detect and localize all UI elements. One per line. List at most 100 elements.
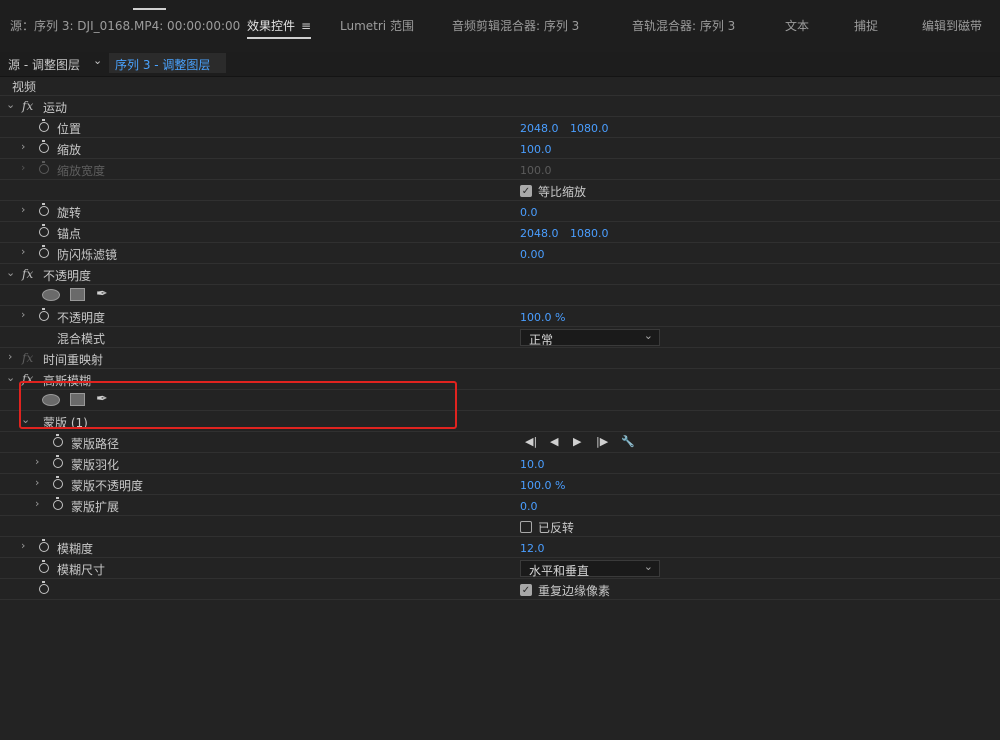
property-opacity: › 不透明度 100.0 % (0, 307, 1000, 327)
property-rotation: › 旋转 0.0 (0, 202, 1000, 222)
tab-source-monitor[interactable]: 源：序列 3: DJI_0168.MP4: 00:00:00:00 (10, 17, 240, 34)
mask-expansion-value[interactable]: 0.0 (520, 500, 538, 513)
track-forward-icon[interactable]: |▶ (596, 435, 608, 448)
anti-flicker-value[interactable]: 0.00 (520, 248, 545, 261)
scale-value[interactable]: 100.0 (520, 143, 552, 156)
fx-toggle-icon[interactable]: fx (22, 99, 33, 113)
mask-path-label: 蒙版路径 (71, 437, 120, 451)
tab-edit-to-tape[interactable]: 编辑到磁带 (922, 17, 982, 34)
stopwatch-icon[interactable] (39, 581, 49, 594)
inverted-checkbox[interactable] (520, 521, 532, 533)
effect-time-remap-label: 时间重映射 (43, 353, 104, 367)
sequence-clip-label[interactable]: 序列 3 - 调整图层 (109, 53, 226, 73)
position-x-value[interactable]: 2048.0 (520, 122, 559, 135)
blurriness-label: 模糊度 (57, 542, 94, 556)
stopwatch-icon[interactable] (39, 203, 49, 216)
stopwatch-icon[interactable] (39, 245, 49, 258)
tab-lumetri-scopes[interactable]: Lumetri 范围 (340, 17, 414, 34)
mask-expansion-label: 蒙版扩展 (71, 500, 120, 514)
chevron-down-icon[interactable]: ⌄ (6, 98, 15, 111)
uniform-scale-label: 等比缩放 (538, 185, 587, 199)
chevron-right-icon[interactable]: › (21, 308, 25, 321)
wrench-icon[interactable]: 🔧 (621, 435, 635, 448)
opacity-value[interactable]: 100.0 % (520, 311, 565, 324)
stopwatch-icon[interactable] (39, 119, 49, 132)
stopwatch-icon[interactable] (39, 560, 49, 573)
effect-motion-label: 运动 (43, 101, 68, 115)
hamburger-icon[interactable]: ≡ (301, 19, 311, 33)
chevron-down-icon[interactable]: ⌄ (6, 371, 15, 384)
effect-motion[interactable]: ⌄ fx 运动 (0, 97, 1000, 117)
blur-dimensions-value: 水平和垂直 (529, 564, 590, 578)
rotation-label: 旋转 (57, 206, 82, 220)
blend-mode-label: 混合模式 (57, 332, 106, 346)
property-anti-flicker: › 防闪烁滤镜 0.00 (0, 244, 1000, 264)
tab-text[interactable]: 文本 (785, 17, 809, 34)
chevron-right-icon[interactable]: › (35, 476, 39, 489)
tab-effect-controls[interactable]: 效果控件 ≡ (247, 17, 312, 39)
anchor-x-value[interactable]: 2048.0 (520, 227, 559, 240)
chevron-right-icon[interactable]: › (21, 203, 25, 216)
opacity-mask-tools: ✒ (0, 286, 1000, 306)
mask-feather-value[interactable]: 10.0 (520, 458, 545, 471)
stopwatch-icon[interactable] (39, 539, 49, 552)
ellipse-mask-icon[interactable] (42, 289, 60, 301)
track-forward-one-frame-icon[interactable]: ▶ (573, 435, 581, 448)
property-position: 位置 2048.0 1080.0 (0, 118, 1000, 138)
property-blend-mode: 混合模式 正常 ⌄ (0, 328, 1000, 348)
clip-header: 源 - 调整图层 ⌄ 序列 3 - 调整图层 (0, 52, 1000, 77)
video-section-label: 视频 (12, 80, 37, 94)
rotation-value[interactable]: 0.0 (520, 206, 538, 219)
active-tab-underline (247, 37, 312, 39)
chevron-right-icon[interactable]: › (21, 140, 25, 153)
highlight-box (19, 381, 457, 429)
property-mask-path: 蒙版路径 ◀| ◀ ▶ |▶ 🔧 (0, 433, 1000, 453)
stopwatch-icon[interactable] (53, 434, 63, 447)
stopwatch-icon[interactable] (39, 140, 49, 153)
panel-tab-bar: 源：序列 3: DJI_0168.MP4: 00:00:00:00 效果控件 ≡ … (0, 0, 1000, 52)
repeat-edge-label: 重复边缘像素 (538, 584, 611, 598)
chevron-right-icon[interactable]: › (8, 350, 12, 363)
effect-opacity[interactable]: ⌄ fx 不透明度 (0, 265, 1000, 285)
property-uniform-scale: ✓ 等比缩放 (0, 181, 1000, 201)
chevron-right-icon[interactable]: › (35, 497, 39, 510)
pen-mask-icon[interactable]: ✒ (96, 286, 108, 302)
blur-dimensions-dropdown[interactable]: 水平和垂直 ⌄ (520, 560, 660, 578)
track-backward-one-frame-icon[interactable]: ◀ (550, 435, 558, 448)
chevron-right-icon[interactable]: › (35, 455, 39, 468)
stopwatch-icon[interactable] (53, 455, 63, 468)
track-backward-icon[interactable]: ◀| (525, 435, 537, 448)
blend-mode-dropdown[interactable]: 正常 ⌄ (520, 329, 660, 347)
stopwatch-icon[interactable] (39, 308, 49, 321)
rectangle-mask-icon[interactable] (70, 288, 85, 301)
effect-opacity-label: 不透明度 (43, 269, 92, 283)
tab-capture[interactable]: 捕捉 (854, 17, 878, 34)
property-scale: › 缩放 100.0 (0, 139, 1000, 159)
blurriness-value[interactable]: 12.0 (520, 542, 545, 555)
stopwatch-icon[interactable] (39, 224, 49, 237)
mask-feather-label: 蒙版羽化 (71, 458, 120, 472)
position-label: 位置 (57, 122, 82, 136)
tab-audio-clip-mixer[interactable]: 音频剪辑混合器: 序列 3 (452, 17, 579, 34)
anchor-y-value[interactable]: 1080.0 (570, 227, 609, 240)
uniform-scale-checkbox[interactable]: ✓ (520, 185, 532, 197)
stopwatch-icon[interactable] (53, 497, 63, 510)
scale-width-label: 缩放宽度 (57, 164, 106, 178)
effect-time-remap[interactable]: › fx 时间重映射 (0, 349, 1000, 369)
chevron-right-icon[interactable]: › (21, 245, 25, 258)
chevron-down-icon[interactable]: ⌄ (93, 54, 102, 67)
chevron-down-icon[interactable]: ⌄ (6, 266, 15, 279)
property-mask-opacity: › 蒙版不透明度 100.0 % (0, 475, 1000, 495)
mask-opacity-value[interactable]: 100.0 % (520, 479, 565, 492)
stopwatch-icon[interactable] (53, 476, 63, 489)
position-y-value[interactable]: 1080.0 (570, 122, 609, 135)
chevron-down-icon: ⌄ (643, 329, 653, 342)
chevron-right-icon[interactable]: › (21, 539, 25, 552)
scale-width-value: 100.0 (520, 164, 552, 177)
tab-audio-track-mixer[interactable]: 音轨混合器: 序列 3 (632, 17, 735, 34)
property-mask-expansion: › 蒙版扩展 0.0 (0, 496, 1000, 516)
property-anchor-point: 锚点 2048.0 1080.0 (0, 223, 1000, 243)
repeat-edge-checkbox[interactable]: ✓ (520, 584, 532, 596)
source-clip-label[interactable]: 源 - 调整图层 (8, 56, 80, 73)
fx-toggle-icon[interactable]: fx (22, 267, 33, 281)
